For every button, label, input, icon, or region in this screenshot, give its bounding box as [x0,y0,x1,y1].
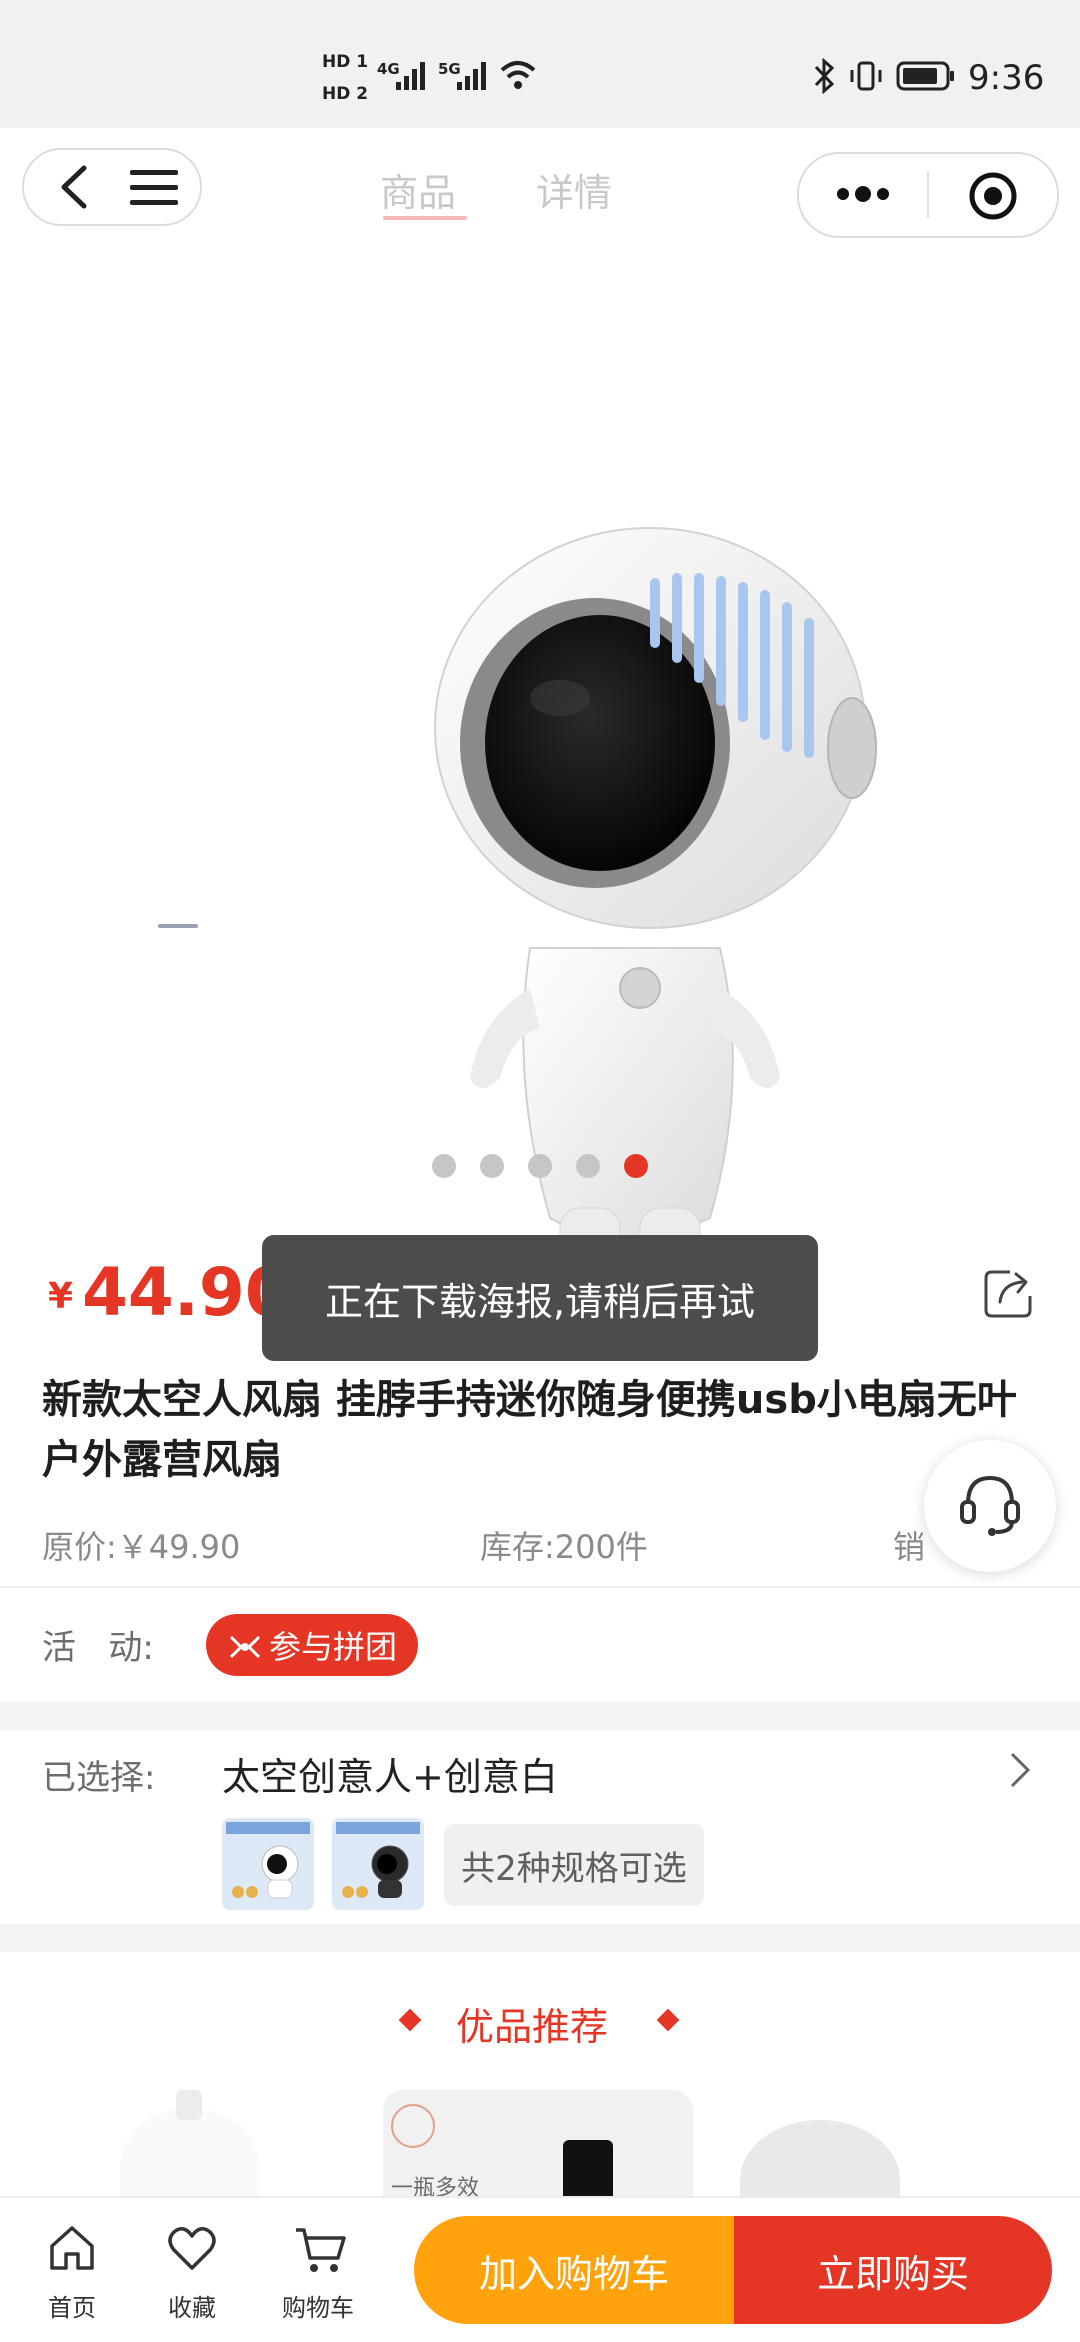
section-separator [0,1702,1080,1730]
group-buy-icon [229,1635,261,1659]
heart-icon [168,2227,216,2270]
section-separator [0,1924,1080,1952]
carousel-dot[interactable] [528,1154,552,1178]
recommend-strip: 一瓶多效 [0,2080,1080,2196]
signal-icon [396,62,425,90]
carousel-dot[interactable] [480,1154,504,1178]
close-miniapp-icon[interactable] [967,170,1019,222]
buy-now-button[interactable]: 立即购买 [734,2216,1052,2324]
tab-cart-label: 购物车 [282,2294,354,2322]
price-currency: ¥ [48,1276,74,1317]
brand-logo [391,2104,435,2148]
vibrate-icon [850,61,882,91]
wifi-icon [500,61,536,89]
decorative-diamond [398,2008,422,2032]
group-buy-label: 参与拼团 [268,1628,397,1666]
back-icon[interactable] [54,162,94,212]
hd2-indicator: HD 2 [322,84,369,104]
tab-active-indicator [383,216,467,220]
decorative-diamond [656,2008,680,2032]
spec-thumbnail-image [222,1818,314,1910]
clock: 9:36 [968,58,1045,98]
carousel-dot[interactable] [432,1154,456,1178]
more-icon[interactable] [835,182,891,206]
selected-spec: 太空创意人+创意白 [222,1755,558,1799]
spec-count[interactable]: 共2种规格可选 [444,1824,704,1906]
recommend-item-bottle[interactable] [120,2090,260,2196]
bluetooth-icon [814,58,835,94]
cart-icon [296,2228,346,2272]
battery-icon [896,61,954,91]
miniapp-capsule [797,152,1059,238]
original-price: 原价:￥49.90 [42,1528,241,1566]
sales: 销量 [893,1528,923,1566]
carousel-dot-active[interactable] [624,1154,648,1178]
recommend-item-pouch[interactable] [740,2120,900,2196]
spec-thumbnail-image [332,1818,424,1910]
recommend-title: 优品推荐 [456,2005,609,2049]
tab-details[interactable]: 详情 [536,162,612,217]
promotion-label: 活 动: [42,1628,154,1668]
spec-thumbnail-black[interactable] [332,1818,424,1910]
chevron-right-icon [1010,1752,1031,1788]
recommend-card-text: 一瓶多效 [391,2176,480,2196]
nav-capsule-left [22,148,202,226]
bottle-pump [176,2090,202,2120]
tab-home[interactable]: 首页 [40,2222,104,2326]
tab-favorite[interactable]: 收藏 [160,2222,224,2326]
menu-icon[interactable] [128,166,180,210]
spec-thumbnail-white[interactable] [222,1818,314,1910]
tab-favorite-label: 收藏 [168,2294,216,2322]
home-icon [50,2226,94,2270]
stock: 库存:200件 [480,1528,648,1566]
selection-label: 已选择: [42,1758,156,1798]
signal-icon [457,62,486,90]
share-icon[interactable] [980,1266,1036,1322]
headset-icon [960,1475,1020,1536]
status-bar: HD 1 HD 2 4G 5G 9:36 [0,0,1080,128]
product-bottle [563,2140,613,2196]
divider [0,1586,1080,1588]
recommend-item-card[interactable]: 一瓶多效 [383,2090,693,2196]
tab-cart[interactable]: 购物车 [278,2222,362,2326]
price-value: 44.90 [82,1254,291,1331]
product-image-carousel[interactable] [0,248,1080,1279]
decorative-mark [158,924,198,928]
add-to-cart-button[interactable]: 加入购物车 [414,2216,734,2324]
hd1-indicator: HD 1 [322,52,369,72]
tab-goods[interactable]: 商品 [380,162,456,217]
toast-message: 正在下载海报,请稍后再试 [262,1235,818,1361]
carousel-dot[interactable] [576,1154,600,1178]
tab-home-label: 首页 [48,2294,96,2322]
customer-service-button[interactable] [924,1440,1056,1572]
product-title: 新款太空人风扇 挂脖手持迷你随身便携usb小电扇无叶户外露营风扇 [42,1377,1017,1483]
capsule-divider [927,172,929,218]
group-buy-badge[interactable]: 参与拼团 [206,1614,418,1676]
